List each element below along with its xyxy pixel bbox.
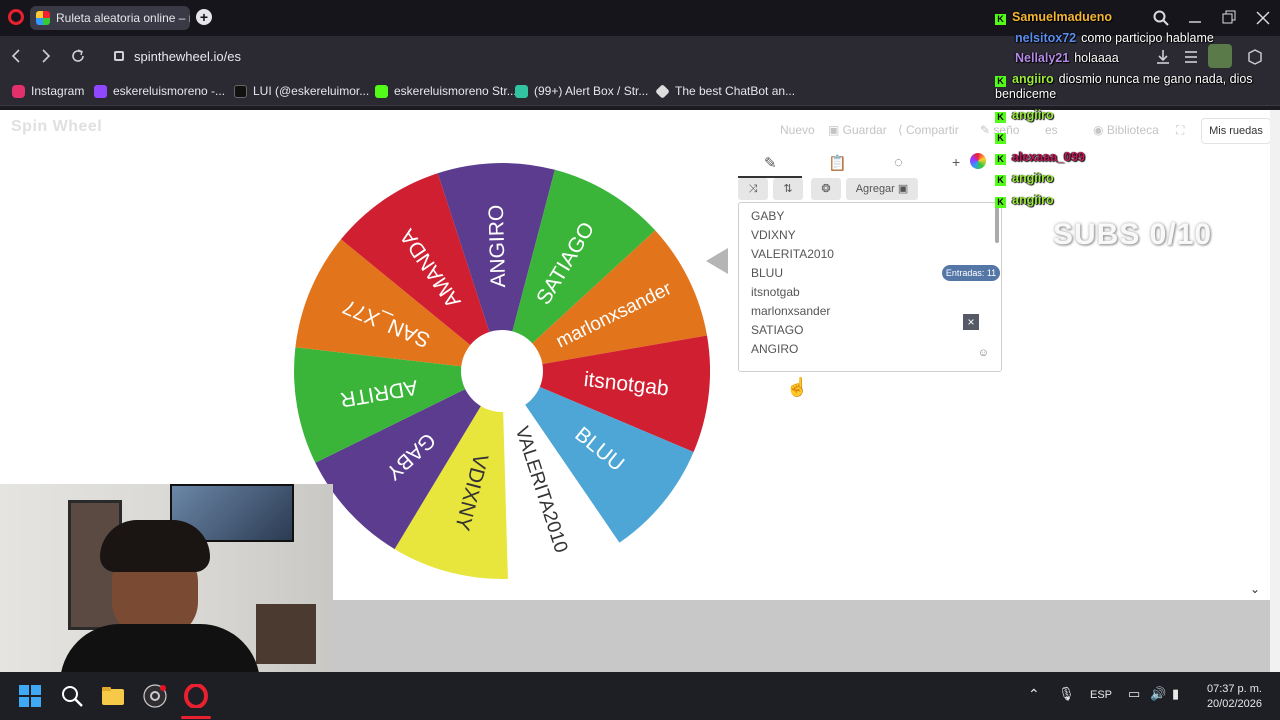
hand-cursor-icon: ☝	[786, 377, 809, 397]
ai-button[interactable]: ❂	[811, 178, 841, 200]
tiktok-icon	[234, 84, 247, 98]
chat-message: nelsitox72 como participo hablame	[1015, 31, 1214, 45]
url-field[interactable]: spinthewheel.io/es	[104, 45, 984, 69]
entry-item: GABY	[751, 209, 785, 223]
taskbar: ⌃ 🎙 ESP ▭ 🔊 ▮ 07:37 p. m. 20/02/2026	[0, 672, 1280, 720]
search-taskbar-icon[interactable]	[60, 684, 84, 708]
battery-icon[interactable]: ▮	[1172, 686, 1179, 702]
editor-tabs: ✎ 📋 ◌ +	[738, 150, 1002, 178]
bookmark-kick[interactable]: eskereluismoreno Str...	[375, 84, 517, 98]
browser-tab[interactable]: Ruleta aleatoria online – n	[30, 6, 190, 30]
person-hair-image	[100, 520, 210, 572]
compartir-button[interactable]: ⟨ Compartir	[898, 123, 959, 137]
language-indicator[interactable]: ESP	[1090, 689, 1112, 701]
spin-wheel[interactable]: ANGIRO SATIAGOmarlonxsanderitsnotgabBLUUV…	[290, 160, 710, 580]
entries-count-badge: Entradas: 11	[942, 265, 1000, 281]
kick-badge-icon: K	[995, 175, 1006, 186]
wheel-center[interactable]	[461, 330, 543, 412]
entry-item: ANGIRO	[751, 342, 799, 356]
hidden-tab-icon[interactable]: ◌	[894, 154, 903, 171]
chat-message: Kangiiro	[995, 170, 1059, 186]
entry-item: BLUU	[751, 266, 784, 280]
sort-button[interactable]: ⇅	[773, 178, 803, 200]
back-icon[interactable]	[10, 48, 22, 64]
twitch-icon	[94, 84, 107, 98]
url-text: spinthewheel.io/es	[134, 49, 241, 64]
site-logo[interactable]: Spin Wheel	[11, 118, 102, 136]
kick-badge-icon: K	[995, 112, 1006, 123]
entry-item: marlonxsander	[751, 304, 831, 318]
display-icon[interactable]: ▭	[1128, 686, 1140, 702]
reload-icon[interactable]	[70, 48, 86, 64]
clock-date: 20/02/2026	[1206, 698, 1262, 710]
obs-icon[interactable]	[143, 684, 167, 708]
kick-badge-icon: K	[995, 154, 1006, 165]
entry-item: itsnotgab	[751, 285, 800, 299]
page-footer-area	[333, 600, 1270, 672]
add-icon[interactable]: +	[952, 154, 960, 170]
chat-message: Nellaly21 holaaaa	[1015, 51, 1119, 65]
entries-textarea[interactable]: GABY VDIXNY VALERITA2010 BLUU itsnotgab …	[738, 202, 1002, 372]
shelf-image	[256, 604, 316, 664]
edit-tab-icon[interactable]: ✎	[764, 154, 777, 172]
results-tab-icon[interactable]: 📋	[828, 154, 847, 172]
clock[interactable]: 07:37 p. m. 20/02/2026	[1207, 682, 1262, 712]
kick-icon	[375, 84, 388, 98]
tab-title: Ruleta aleatoria online – n	[56, 11, 190, 25]
active-app-indicator	[181, 716, 211, 719]
bookmark-alertbox[interactable]: (99+) Alert Box / Str...	[515, 84, 648, 98]
forward-icon[interactable]	[40, 48, 52, 64]
kick-badge-icon: K	[995, 133, 1006, 144]
opera-logo-icon[interactable]	[8, 9, 24, 25]
streamlabs-icon	[515, 84, 528, 98]
bookmark-chatbot[interactable]: The best ChatBot an...	[655, 83, 795, 99]
shuffle-button[interactable]: ⤨	[738, 178, 768, 200]
opera-taskbar-icon[interactable]	[184, 684, 208, 708]
bookmark-instagram[interactable]: Instagram	[12, 84, 84, 98]
chat-message: K	[995, 128, 1012, 144]
emoji-icon[interactable]: ☺	[978, 347, 989, 359]
tab-favicon-icon	[36, 11, 50, 25]
person-shirt-image	[60, 624, 260, 672]
webcam-overlay	[0, 484, 333, 672]
guardar-button[interactable]: ▣ Guardar	[828, 123, 887, 137]
entry-item: VDIXNY	[751, 228, 796, 242]
chat-message: Kangiiro	[995, 107, 1059, 123]
new-tab-button[interactable]: +	[196, 9, 212, 25]
file-explorer-icon[interactable]	[101, 684, 125, 708]
instagram-icon	[12, 84, 25, 98]
stream-chat-overlay: K Samuelmadueno nelsitox72 como participo …	[995, 6, 1275, 216]
chatbot-icon	[655, 83, 670, 99]
kick-badge-icon: K	[995, 14, 1006, 25]
windows-start-icon[interactable]	[18, 684, 42, 708]
entry-item: SATIAGO	[751, 323, 804, 337]
subs-goal-overlay: SUBS 0/10	[1053, 218, 1213, 251]
chat-message: K Samuelmadueno	[995, 9, 1117, 25]
agregar-image-button[interactable]: Agregar ▣	[846, 178, 918, 200]
wheel-pointer-icon	[706, 248, 728, 274]
chat-message: Kangiiro diosmio nunca me gano nada, dios	[995, 71, 1253, 87]
bookmark-tiktok[interactable]: LUI (@eskereluimor...	[234, 84, 369, 98]
bookmark-twitch[interactable]: eskereluismoreno -...	[94, 84, 225, 98]
microphone-icon[interactable]: 🎙	[1058, 686, 1075, 702]
chat-message: bendiceme	[995, 87, 1057, 101]
chevron-down-icon[interactable]: ⌄	[1250, 582, 1260, 596]
chevron-up-icon[interactable]: ⌃	[1028, 686, 1040, 703]
lock-icon	[114, 51, 124, 61]
volume-icon[interactable]: 🔊	[1150, 686, 1166, 702]
nuevo-button[interactable]: Nuevo	[780, 123, 815, 137]
clock-time: 07:37 p. m.	[1206, 683, 1262, 695]
chat-message: Kangiiro	[995, 192, 1059, 208]
chat-message: Kalexaaa_099	[995, 149, 1090, 165]
color-palette-icon[interactable]	[970, 153, 986, 169]
entry-item: VALERITA2010	[751, 247, 834, 261]
wheel-segment-label: ANGIRO	[485, 204, 510, 287]
kick-badge-icon: K	[995, 197, 1006, 208]
close-icon[interactable]: ×	[963, 314, 979, 330]
